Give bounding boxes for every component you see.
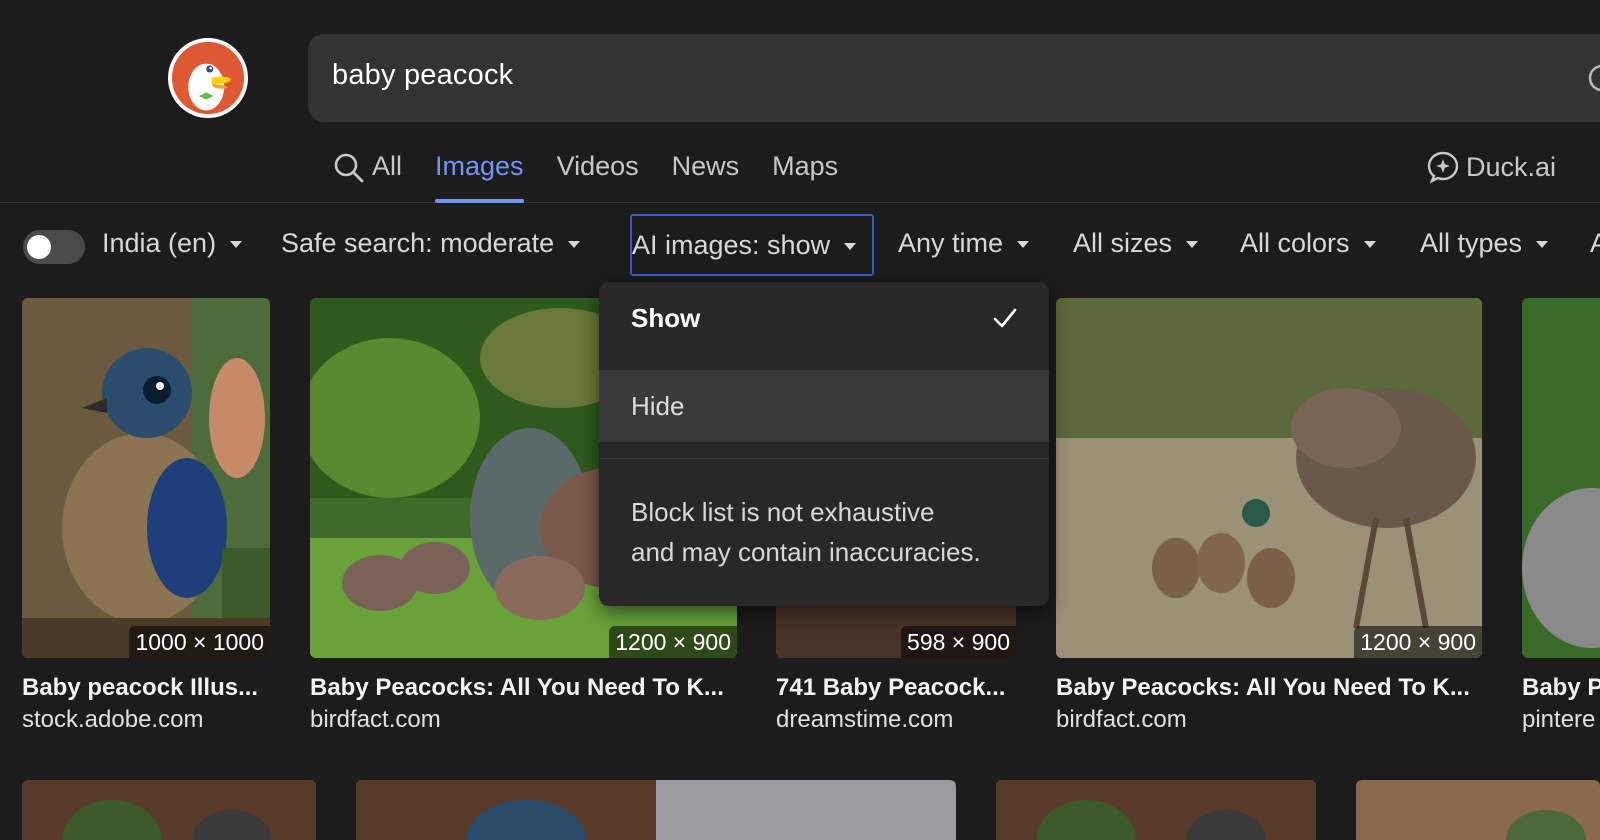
block-list-note: Block list is not exhaustive and may con… <box>631 492 1031 572</box>
duck-ai-button[interactable]: Duck.ai <box>1426 150 1556 184</box>
tab-maps[interactable]: Maps <box>772 140 838 203</box>
type-filter-label: All types <box>1420 228 1523 258</box>
tab-videos-label: Videos <box>556 151 639 181</box>
ai-images-dropdown: Show Hide Block list is not exhaustive a… <box>599 282 1049 606</box>
image-thumbnail[interactable] <box>996 780 1316 840</box>
option-hide-label: Hide <box>631 390 685 421</box>
color-filter-label: All colors <box>1240 228 1350 258</box>
safe-search-filter-label: Safe search: moderate <box>281 228 555 258</box>
result-title[interactable]: Baby Peacocks: All You Need To K... <box>1056 674 1482 702</box>
result-site[interactable]: pintere <box>1522 706 1600 734</box>
checkmark-icon <box>993 308 1017 328</box>
result-title[interactable]: Baby P <box>1522 674 1600 702</box>
filter-bar: India (en) Safe search: moderate AI imag… <box>0 204 1600 284</box>
image-dimensions: 1000 × 1000 <box>129 626 270 658</box>
image-dimensions: 1200 × 900 <box>609 626 737 658</box>
tab-maps-label: Maps <box>772 151 839 181</box>
chevron-down-icon <box>1363 241 1376 248</box>
search-icon <box>334 153 364 183</box>
result-site[interactable]: birdfact.com <box>310 706 737 734</box>
search-query-text: baby peacock <box>332 59 514 91</box>
time-filter[interactable]: Any time <box>898 228 1030 259</box>
type-filter[interactable]: All types <box>1420 228 1549 259</box>
image-thumbnail[interactable] <box>1522 298 1600 658</box>
size-filter[interactable]: All sizes <box>1073 228 1199 259</box>
dropdown-divider <box>599 458 1049 459</box>
size-filter-label: All sizes <box>1073 228 1173 258</box>
tab-videos[interactable]: Videos <box>557 140 639 203</box>
option-show-label: Show <box>631 302 701 333</box>
result-title[interactable]: Baby peacock Illus... <box>22 674 270 702</box>
region-filter-label: India (en) <box>102 228 217 258</box>
tab-images-label: Images <box>435 151 524 181</box>
option-show[interactable]: Show <box>599 282 1049 354</box>
block-list-note-line2: and may contain inaccuracies. <box>631 537 981 567</box>
region-filter[interactable]: India (en) <box>102 228 243 259</box>
image-dimensions: 1200 × 900 <box>1354 626 1482 658</box>
more-filter-label: A <box>1590 228 1600 258</box>
result-site[interactable]: birdfact.com <box>1056 706 1482 734</box>
tab-images[interactable]: Images <box>435 140 524 203</box>
header: baby peacock All Images Videos News Maps <box>0 0 1600 203</box>
clear-search-icon[interactable] <box>1584 60 1600 96</box>
toggle-knob <box>27 235 51 259</box>
image-thumbnail[interactable] <box>1356 780 1600 840</box>
duckduckgo-logo-icon[interactable] <box>168 38 248 118</box>
image-thumbnail[interactable] <box>22 780 316 840</box>
tab-news[interactable]: News <box>672 140 740 203</box>
tab-all[interactable]: All <box>332 140 402 203</box>
chevron-down-icon <box>1536 241 1549 248</box>
ai-images-filter[interactable]: AI images: show <box>630 214 874 276</box>
color-filter[interactable]: All colors <box>1240 228 1376 259</box>
result-title[interactable]: 741 Baby Peacock... <box>776 674 1016 702</box>
option-hide[interactable]: Hide <box>599 370 1049 442</box>
image-dimensions: 598 × 900 <box>901 626 1016 658</box>
duck-ai-icon <box>1427 151 1459 184</box>
time-filter-label: Any time <box>898 228 1004 258</box>
region-toggle[interactable] <box>23 230 85 264</box>
image-thumbnail[interactable]: 1000 × 1000 <box>22 298 270 658</box>
chevron-down-icon <box>568 241 581 248</box>
duck-ai-label: Duck.ai <box>1466 151 1557 182</box>
chevron-down-icon <box>844 242 857 250</box>
more-filter[interactable]: A <box>1590 228 1600 259</box>
chevron-down-icon <box>1017 241 1030 248</box>
tab-all-label: All <box>372 151 403 181</box>
tab-news-label: News <box>671 151 740 181</box>
chevron-down-icon <box>1186 241 1199 248</box>
ai-images-filter-label: AI images: show <box>632 229 831 260</box>
image-thumbnail[interactable] <box>356 780 956 840</box>
image-thumbnail[interactable]: 1200 × 900 <box>1056 298 1482 658</box>
result-title[interactable]: Baby Peacocks: All You Need To K... <box>310 674 737 702</box>
chevron-down-icon <box>230 241 243 248</box>
block-list-note-line1: Block list is not exhaustive <box>631 497 935 527</box>
search-tabs: All Images Videos News Maps <box>332 140 871 203</box>
result-site[interactable]: dreamstime.com <box>776 706 1016 734</box>
search-input[interactable]: baby peacock <box>308 34 1600 122</box>
safe-search-filter[interactable]: Safe search: moderate <box>281 228 581 259</box>
result-site[interactable]: stock.adobe.com <box>22 706 270 734</box>
